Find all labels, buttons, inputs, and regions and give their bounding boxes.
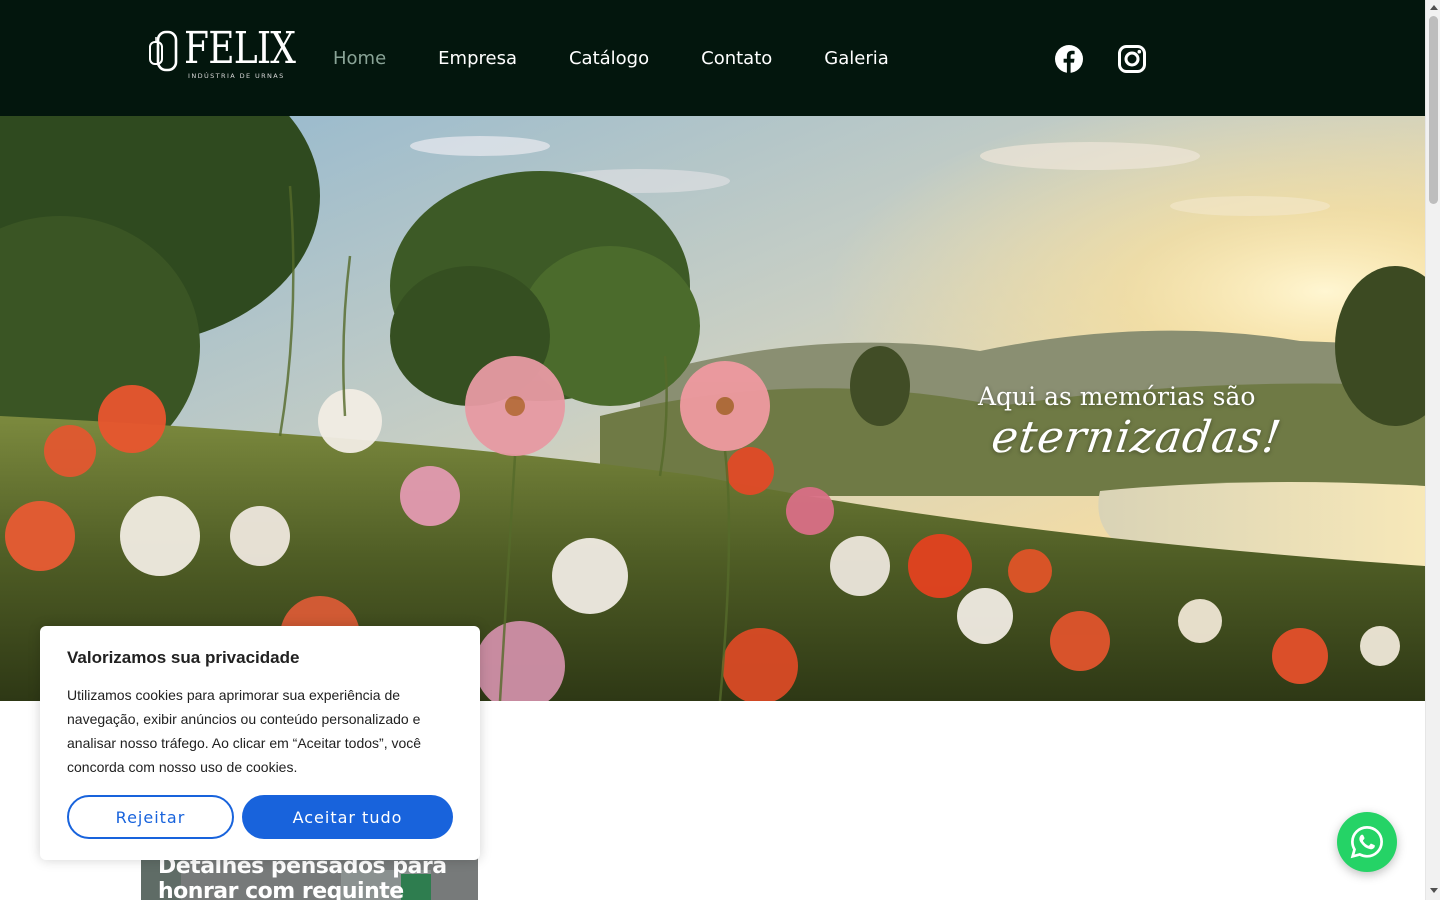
scroll-up-arrow-icon[interactable] (1430, 5, 1438, 10)
nav-item-catalogo[interactable]: Catálogo (569, 48, 649, 69)
reject-cookies-button[interactable]: Rejeitar (67, 795, 234, 839)
instagram-icon[interactable] (1117, 44, 1147, 74)
hero-title: Aqui as memórias são (978, 382, 1256, 411)
hero-script-text: eternizadas! (988, 412, 1285, 463)
facebook-icon[interactable] (1054, 44, 1084, 74)
nav-item-contato[interactable]: Contato (701, 48, 772, 69)
cookie-description: Utilizamos cookies para aprimorar sua ex… (67, 687, 422, 775)
page: FELIX INDÚSTRIA DE URNAS Home Empresa Ca… (0, 0, 1440, 900)
main-nav: Home Empresa Catálogo Contato Galeria (333, 45, 941, 71)
whatsapp-icon (1350, 826, 1383, 859)
scroll-down-arrow-icon[interactable] (1430, 888, 1438, 893)
brand-logo[interactable]: FELIX INDÚSTRIA DE URNAS (148, 24, 296, 84)
hero-banner: Aqui as memórias são eternizadas! (0, 116, 1425, 701)
urn-logo-icon (149, 30, 178, 72)
feature-card-title: Detalhes pensados para honrar com requin… (158, 854, 447, 900)
nav-item-home[interactable]: Home (333, 48, 386, 69)
nav-item-galeria[interactable]: Galeria (824, 48, 889, 69)
page-scrollbar[interactable] (1425, 0, 1440, 900)
scrollbar-thumb[interactable] (1429, 16, 1438, 204)
brand-name: FELIX (184, 23, 296, 74)
site-header: FELIX INDÚSTRIA DE URNAS Home Empresa Ca… (0, 0, 1425, 116)
nav-item-empresa[interactable]: Empresa (438, 48, 517, 69)
accept-all-cookies-button[interactable]: Aceitar tudo (242, 795, 453, 839)
whatsapp-chat-button[interactable] (1337, 812, 1397, 872)
cookie-title: Valorizamos sua privacidade (67, 648, 300, 667)
brand-tagline: INDÚSTRIA DE URNAS (188, 72, 285, 80)
cookie-consent-banner: Valorizamos sua privacidade Utilizamos c… (40, 626, 480, 860)
